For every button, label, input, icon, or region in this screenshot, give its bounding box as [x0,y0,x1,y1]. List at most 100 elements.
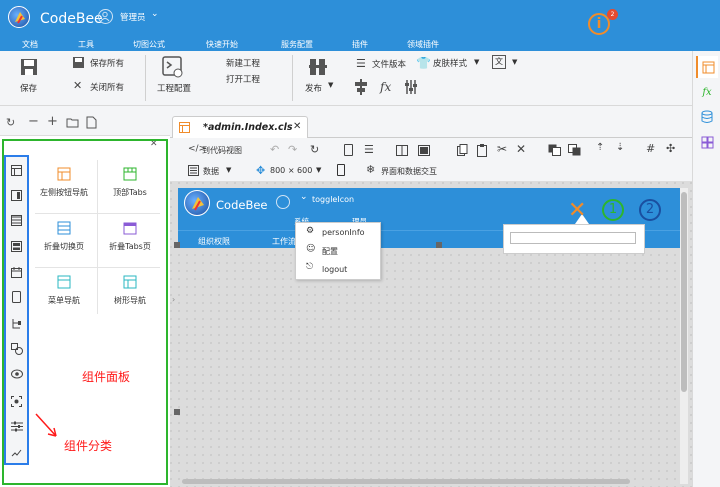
selection-handle[interactable] [174,242,180,248]
shirt-icon[interactable]: 👕 [416,56,431,70]
list-view-icon[interactable]: ☰ [364,143,374,156]
refresh-icon[interactable]: ↻ [6,116,15,129]
vertical-scroll-thumb[interactable] [681,192,687,392]
user-name[interactable]: 管理员 [120,11,146,23]
project-config-icon[interactable] [162,56,184,78]
component-collapse-tabs[interactable]: 折叠Tabs页 [101,214,159,260]
send-back-icon[interactable] [568,144,581,156]
crosshair-icon[interactable]: ✣ [666,142,675,155]
undo-icon[interactable]: ↶ [270,143,279,156]
panel-collapse-icon[interactable]: › [172,295,175,304]
preview-input[interactable] [510,232,636,244]
paste-icon[interactable] [477,144,488,157]
data-icon[interactable] [188,165,199,176]
list-icon[interactable]: ☰ [356,57,366,70]
cat-tree-icon[interactable] [7,312,26,334]
sidebar-database-icon[interactable] [696,106,718,128]
window-icon[interactable] [418,145,430,156]
plus-icon[interactable]: + [47,114,58,129]
sliders-icon[interactable] [404,79,418,95]
user-avatar-icon[interactable] [98,9,113,24]
new-project-button[interactable]: 新建工程 [226,58,260,70]
project-config-button[interactable]: 工程配置 [157,83,191,95]
close-all-icon[interactable]: ✕ [73,79,82,92]
publish-button[interactable]: 发布 [305,83,322,95]
horizontal-scroll-thumb[interactable] [182,479,630,484]
cat-shapes-icon[interactable] [7,338,26,360]
circle-one-icon[interactable]: 1 [602,199,624,221]
component-menu-nav[interactable]: 菜单导航 [35,268,93,314]
preview-toggle-icon[interactable]: toggleIcon [312,195,354,204]
user-dropdown-icon[interactable]: ⌄ [151,9,159,19]
canvas-size-select[interactable]: 800 × 600 [270,166,312,175]
menu-service-config[interactable]: 服务配置 [281,38,313,51]
selection-handle[interactable] [174,409,180,415]
cat-sliders-icon[interactable] [7,415,26,437]
menu-plugins[interactable]: 插件 [352,38,368,51]
translate-icon[interactable]: 文 [492,55,506,69]
size-dropdown-icon[interactable]: ▼ [316,166,321,174]
cat-calendar-icon[interactable] [7,261,26,283]
data-dropdown[interactable]: 数据 [203,166,219,177]
sidebar-formula-icon[interactable]: fx [696,81,718,103]
minus-icon[interactable]: − [28,114,39,129]
skin-dropdown-icon[interactable]: ▼ [474,58,479,66]
panel-close-icon[interactable]: ✕ [150,139,158,149]
grid-icon[interactable]: # [646,142,655,155]
delete-icon[interactable]: ✕ [516,142,526,156]
translate-dropdown-icon[interactable]: ▼ [512,58,517,66]
selection-handle[interactable] [436,242,442,248]
sidebar-layout-icon[interactable] [696,56,718,78]
sidebar-grid-icon[interactable] [696,131,718,153]
circle-two-icon[interactable]: 2 [639,199,661,221]
menu-docs[interactable]: 文档 [22,38,38,51]
mobile-icon[interactable] [337,164,345,176]
interaction-icon[interactable]: ❄ [366,163,375,176]
component-top-tabs[interactable]: 顶部Tabs [101,160,159,206]
interface-data-button[interactable]: 界面和数据交互 [381,166,437,177]
bring-front-icon[interactable] [548,144,561,156]
component-collapse-switch[interactable]: 折叠切换页 [35,214,93,260]
publish-icon[interactable] [308,56,328,78]
publish-dropdown-icon[interactable]: ▼ [328,81,333,89]
menu-quickstart[interactable]: 快速开始 [206,38,238,51]
folder-icon[interactable] [66,117,79,128]
menu-tools[interactable]: 工具 [78,38,94,51]
cat-text-icon[interactable] [7,209,26,231]
tab-admin-index[interactable]: *admin.Index.cls ✕ [172,116,308,138]
device-icon[interactable] [344,144,353,156]
cat-layout-icon[interactable] [7,159,26,181]
design-canvas[interactable]: CodeBee ⌄ toggleIcon 系统 理员 组织权限 工作流 ⚙ pe… [170,182,692,487]
cat-panel-icon[interactable] [7,184,26,206]
component-tree-nav[interactable]: 树形导航 [101,268,159,314]
menu-domain-plugins[interactable]: 领域插件 [407,38,439,51]
menu-person-info[interactable]: personInfo [322,228,365,237]
copy-icon[interactable] [457,144,468,157]
refresh-editor-icon[interactable]: ↻ [310,143,319,156]
save-all-button[interactable]: 保存所有 [90,58,124,70]
cat-eye-icon[interactable] [7,363,26,385]
cat-chart-icon[interactable] [7,441,26,463]
component-left-button-nav[interactable]: 左侧按钮导航 [35,160,93,206]
save-all-icon[interactable] [72,56,85,69]
menu-slicing[interactable]: 切图公式 [133,38,165,51]
move-up-icon[interactable]: ⇡ [596,142,604,153]
cat-mobile-icon[interactable] [7,286,26,308]
menu-logout[interactable]: logout [322,265,347,274]
data-dropdown-icon[interactable]: ▼ [226,166,231,174]
skin-style-button[interactable]: 皮肤样式 [433,58,467,70]
to-code-view-button[interactable]: 到代码视图 [202,145,242,156]
open-project-button[interactable]: 打开工程 [226,74,260,86]
move-down-icon[interactable]: ⇣ [616,142,624,153]
save-icon[interactable] [19,57,39,77]
menu-config[interactable]: 配置 [322,246,338,257]
file-icon[interactable] [86,116,97,129]
save-button[interactable]: 保存 [20,83,37,95]
cat-form-icon[interactable] [7,235,26,257]
split-icon[interactable] [396,145,408,156]
cut-icon[interactable]: ✂ [497,142,507,156]
close-all-button[interactable]: 关闭所有 [90,82,124,94]
cat-focus-icon[interactable] [7,390,26,412]
file-version-button[interactable]: 文件版本 [372,59,406,71]
close-x-icon[interactable]: ✕ [568,198,586,223]
